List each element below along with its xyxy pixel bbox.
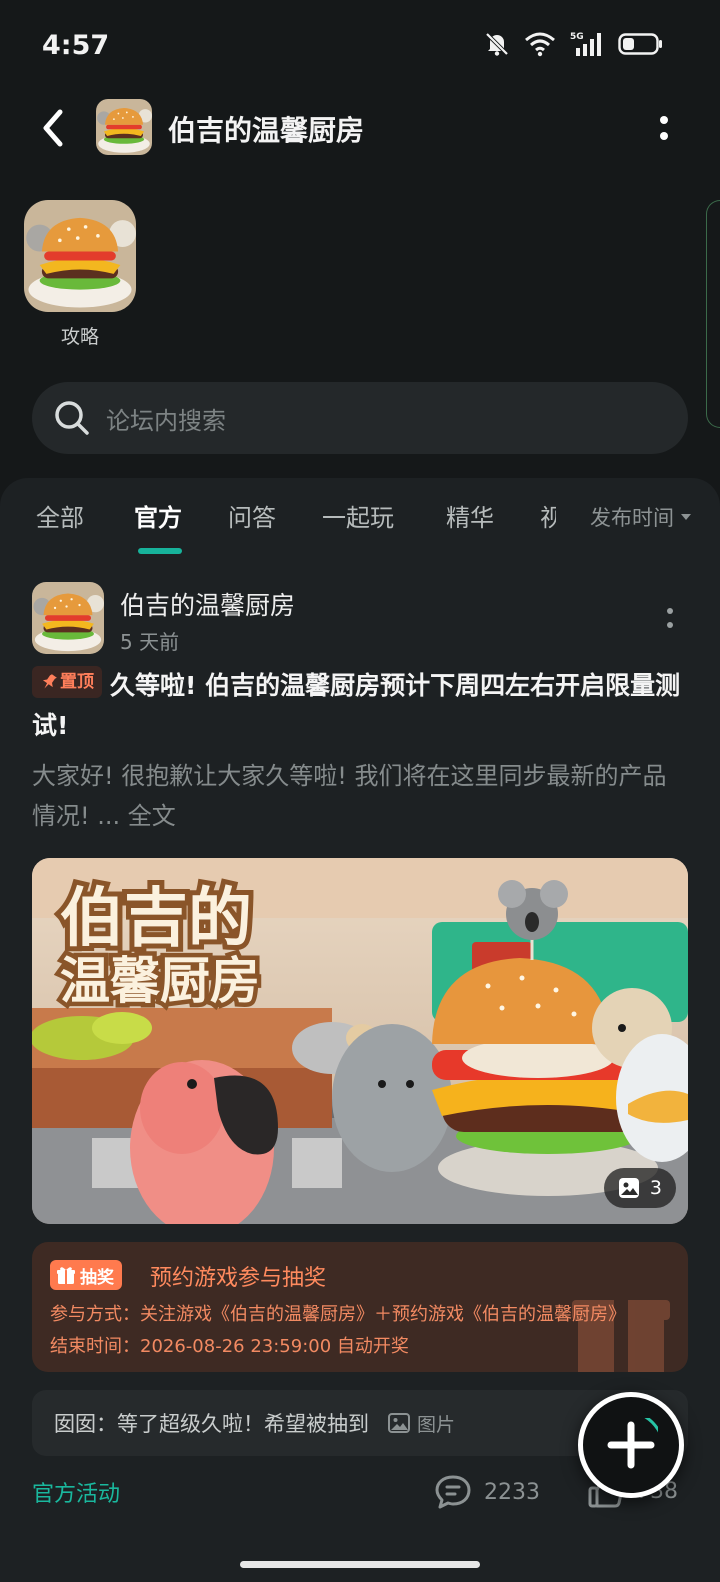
lottery-title: 预约游戏参与抽奖 <box>150 1266 327 1291</box>
lottery-badge-label: 抽奖 <box>80 1267 114 1288</box>
author-avatar[interactable] <box>32 582 104 654</box>
post-more-button[interactable] <box>662 604 678 632</box>
image-icon <box>388 1413 410 1433</box>
tab-featured[interactable]: 精华 <box>446 498 494 533</box>
top-nav: 伯吉的温馨厨房 <box>0 96 720 160</box>
search-icon <box>55 401 89 435</box>
status-time: 4:57 <box>42 30 110 61</box>
post-author[interactable]: 伯吉的温馨厨房 <box>120 586 295 622</box>
more-vertical-icon <box>660 116 668 140</box>
page-title: 伯吉的温馨厨房 <box>168 114 365 147</box>
pin-icon <box>42 674 57 689</box>
home-indicator[interactable] <box>240 1561 480 1568</box>
post-title[interactable]: 置顶 久等啦! 伯吉的温馨厨房预计下周四左右开启限量测试! <box>32 666 688 746</box>
image-count-badge: 3 <box>603 1168 676 1208</box>
pinned-label: 置顶 <box>60 672 94 692</box>
more-options-button[interactable] <box>652 110 676 146</box>
gift-icon <box>57 1267 75 1284</box>
comment-image-tag[interactable]: 图片 <box>387 1410 455 1437</box>
guide-icon <box>24 200 136 312</box>
comment-count: 2233 <box>484 1479 540 1505</box>
tab-play-together[interactable]: 一起玩 <box>322 498 394 533</box>
post-title-text: 久等啦! 伯吉的温馨厨房预计下周四左右开启限量测试! <box>32 671 681 740</box>
lottery-badge: 抽奖 <box>50 1260 122 1290</box>
cover-title: 伯吉的 温馨厨房 <box>55 877 265 1015</box>
back-button[interactable] <box>34 104 74 152</box>
category-tabs: 全部 官方 问答 一起玩 精华 视频 发布时间 <box>0 498 720 558</box>
plus-icon <box>607 1418 658 1469</box>
caret-down-icon <box>681 514 691 520</box>
guide-label: 攻略 <box>60 326 99 348</box>
game-avatar[interactable] <box>96 99 152 155</box>
tab-official[interactable]: 官方 <box>134 498 182 533</box>
cover-title-line1: 伯吉的 <box>60 882 252 956</box>
comment-user: 囡囡 <box>54 1412 96 1436</box>
burger-icon <box>96 99 152 155</box>
image-count: 3 <box>649 1177 662 1199</box>
comment-image-label: 图片 <box>417 1413 456 1436</box>
battery-icon <box>618 33 662 55</box>
post-footer: 官方活动 2233 738 <box>32 1474 688 1514</box>
cover-title-line2: 温馨厨房 <box>60 952 260 1010</box>
network-label: 5G <box>570 32 584 42</box>
image-icon <box>618 1178 639 1198</box>
post-header[interactable]: 伯吉的温馨厨房 5 天前 <box>32 582 688 654</box>
comment-text: ：等了超级久啦！希望被抽到 <box>96 1412 369 1436</box>
guide-shortcut[interactable]: 攻略 <box>24 200 136 349</box>
post-time: 5 天前 <box>120 630 180 654</box>
burger-icon <box>32 582 104 654</box>
lottery-card[interactable]: 抽奖 预约游戏参与抽奖 参与方式：关注游戏《伯吉的温馨厨房》＋预约游戏《伯吉的温… <box>32 1242 688 1372</box>
active-tab-indicator <box>138 548 182 554</box>
pinned-badge: 置顶 <box>32 666 102 698</box>
forum-search-input[interactable]: 论坛内搜索 <box>32 382 688 454</box>
topic-tag[interactable]: 官方活动 <box>32 1476 120 1508</box>
tab-video[interactable]: 视频 <box>540 498 556 533</box>
status-bar: 4:57 5G <box>0 0 720 96</box>
read-full-link[interactable]: ... 全文 <box>97 802 176 830</box>
post-excerpt[interactable]: 大家好! 很抱歉让大家久等啦! 我们将在这里同步最新的产品情况! ... 全文 <box>32 756 688 836</box>
status-icons: 5G <box>484 30 664 58</box>
lottery-end-time: 结束时间：2026-08-26 23:59:00 自动开奖 <box>50 1336 409 1357</box>
tab-qa[interactable]: 问答 <box>228 498 276 533</box>
sort-dropdown[interactable]: 发布时间 <box>590 502 692 532</box>
bell-muted-icon <box>485 32 509 56</box>
comment-bubble-icon <box>435 1475 471 1509</box>
post-image[interactable]: 伯吉的 温馨厨房 3 <box>32 858 688 1224</box>
chevron-left-icon <box>43 109 63 147</box>
lottery-method: 参与方式：关注游戏《伯吉的温馨厨房》＋预约游戏《伯吉的温馨厨房》 <box>50 1304 626 1325</box>
create-post-button[interactable] <box>578 1392 684 1498</box>
search-placeholder: 论坛内搜索 <box>106 406 226 435</box>
sort-label: 发布时间 <box>590 506 674 530</box>
comment-button[interactable]: 2233 <box>434 1474 540 1510</box>
side-panel-edge[interactable] <box>706 200 720 428</box>
tab-all[interactable]: 全部 <box>36 498 84 533</box>
more-vertical-icon <box>667 608 673 628</box>
wifi-icon <box>525 32 555 57</box>
post-cover-illustration: 伯吉的 温馨厨房 <box>32 858 688 1224</box>
cellular-5g-icon: 5G <box>570 32 601 56</box>
